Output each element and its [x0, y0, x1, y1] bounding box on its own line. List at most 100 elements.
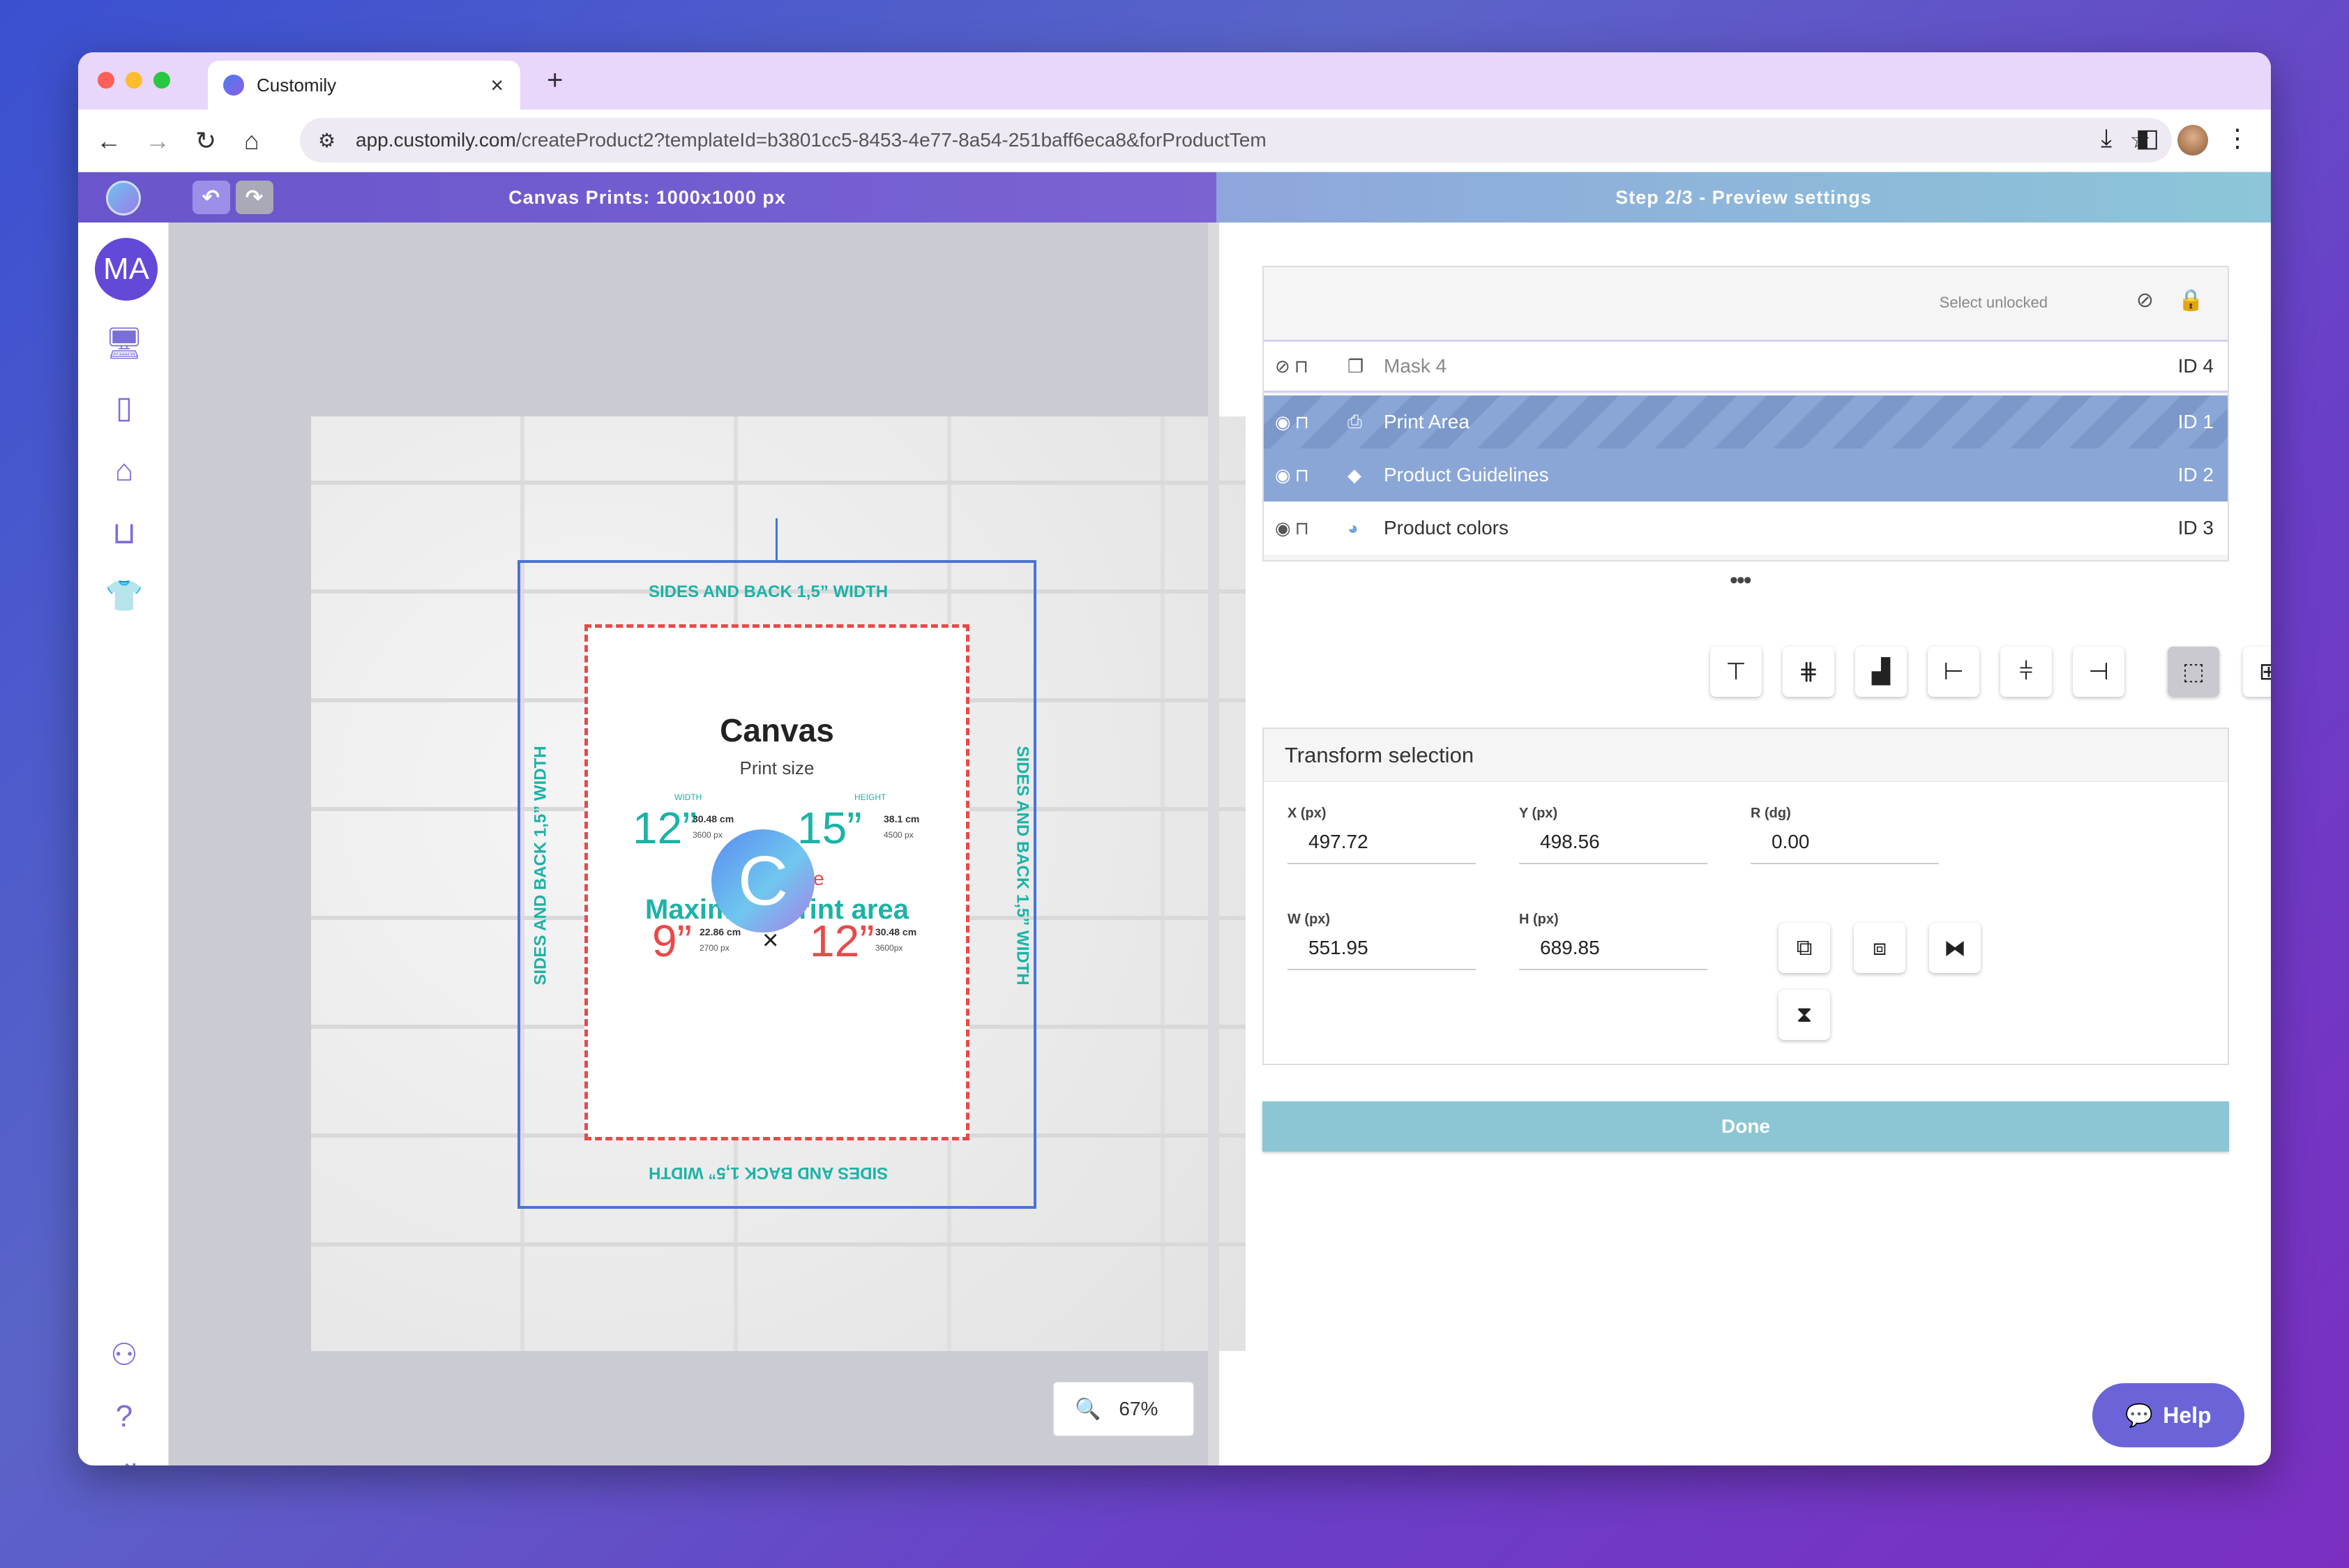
home-icon[interactable]: ⌂: [244, 126, 259, 156]
user-avatar[interactable]: MA: [95, 238, 158, 301]
hide-all-icon[interactable]: ⊘: [2136, 288, 2154, 312]
flip-vertical-icon[interactable]: ⧗: [1778, 990, 1830, 1040]
layer-name: Product colors: [1384, 517, 1509, 538]
layer-id: ID 2: [2177, 464, 2214, 485]
canvas-area[interactable]: SIDES AND BACK 1,5” WIDTH SIDES AND BACK…: [169, 223, 1246, 1465]
new-tab-button[interactable]: +: [547, 65, 563, 96]
fit-selection-button[interactable]: ⬚: [2168, 647, 2219, 697]
help-label: Help: [2163, 1402, 2212, 1428]
visibility-lock-icons[interactable]: ◉⊓: [1264, 518, 1347, 539]
done-button[interactable]: Done: [1262, 1101, 2229, 1152]
customily-favicon-icon: [223, 75, 244, 96]
app: ↶ ↷ Canvas Prints: 1000x1000 px Step 2/3…: [78, 172, 2271, 1465]
side-label-left: SIDES AND BACK 1,5” WIDTH: [531, 746, 550, 986]
tshirt-pod-icon[interactable]: 👕: [105, 577, 144, 616]
customily-logo-icon[interactable]: [106, 181, 141, 216]
transform-panel: Transform selection X (px) 497.72 Y (px)…: [1262, 728, 2229, 1065]
max-height-px: 3600px: [875, 943, 903, 953]
panel-divider[interactable]: [1208, 223, 1219, 1465]
y-input[interactable]: 498.56: [1519, 827, 1707, 864]
bring-forward-icon[interactable]: ⧉: [1778, 923, 1830, 973]
hidden-lock-icons[interactable]: ⊘⊓: [1264, 356, 1347, 377]
align-top-button[interactable]: ⊤: [1710, 647, 1762, 697]
width-inches: 12”: [633, 803, 697, 853]
align-bottom-button[interactable]: ▟: [1855, 647, 1907, 697]
max-height-inches: 12”: [810, 916, 875, 966]
designs-icon[interactable]: 🖥: [105, 324, 144, 363]
layers-header: Select unlocked ⊘ 🔒: [1264, 267, 2228, 340]
minimize-window-button[interactable]: [126, 72, 142, 89]
book-icon[interactable]: ▯: [105, 389, 144, 428]
r-input[interactable]: 0.00: [1751, 827, 1939, 864]
maximize-window-button[interactable]: [153, 72, 170, 89]
lock-all-icon[interactable]: 🔒: [2178, 288, 2204, 312]
side-label-bottom: SIDES AND BACK 1,5” WIDTH: [649, 1163, 889, 1182]
visibility-lock-icons[interactable]: ◉⊓: [1264, 465, 1347, 486]
side-panel-icon[interactable]: ◧: [2136, 123, 2159, 153]
layer-row-product-guidelines[interactable]: ◉⊓ ◆ Product Guidelines ID 2: [1264, 448, 2228, 502]
search-icon: 🔍: [1075, 1397, 1101, 1421]
zoom-value: 67%: [1119, 1398, 1158, 1419]
w-input[interactable]: 551.95: [1287, 933, 1476, 970]
url-field[interactable]: ⚙ app.customily.com/createProduct2?templ…: [300, 118, 2172, 163]
x-input[interactable]: 497.72: [1287, 827, 1476, 864]
tab-title: Customily: [257, 74, 337, 96]
width-label: WIDTH: [674, 792, 702, 802]
download-icon[interactable]: ⤓: [2101, 123, 2112, 153]
editor-header: ↶ ↷ Canvas Prints: 1000x1000 px: [78, 172, 1216, 223]
close-window-button[interactable]: [98, 72, 114, 89]
width-cm: 30.48 cm: [693, 813, 734, 824]
undo-button[interactable]: ↶: [192, 181, 230, 214]
step-title: Step 2/3 - Preview settings: [1615, 186, 1872, 208]
layer-row-mask-4[interactable]: ⊘⊓ ❐ Mask 4 ID 4: [1264, 340, 2228, 393]
user-settings-icon[interactable]: ⚇: [105, 1336, 144, 1375]
store-icon[interactable]: ⌂: [105, 451, 144, 490]
close-tab-icon[interactable]: ×: [490, 73, 504, 98]
profile-avatar[interactable]: [2177, 125, 2208, 156]
card-title: Canvas: [720, 712, 834, 748]
menu-kebab-icon[interactable]: ⋮: [2225, 123, 2250, 153]
send-backward-icon[interactable]: ⧈: [1854, 923, 1905, 973]
reload-icon[interactable]: ↻: [195, 126, 216, 156]
help-button[interactable]: 💬 Help: [2092, 1383, 2244, 1447]
panel-drag-handle-icon[interactable]: •••: [1730, 567, 1752, 594]
browser-tab[interactable]: Customily ×: [208, 61, 520, 110]
align-vertical-center-button[interactable]: ⋕: [1783, 647, 1834, 697]
align-right-button[interactable]: ⊣: [2073, 647, 2124, 697]
align-left-button[interactable]: ⊢: [1928, 647, 1979, 697]
x-label: X (px): [1287, 806, 1327, 821]
forward-icon[interactable]: →: [145, 126, 170, 156]
back-icon[interactable]: ←: [96, 126, 121, 156]
visibility-lock-icons[interactable]: ◉⊓: [1264, 412, 1347, 433]
step-header: Step 2/3 - Preview settings: [1216, 172, 2271, 223]
max-width-inches: 9”: [652, 916, 692, 966]
rotation-handle[interactable]: [776, 518, 778, 561]
width-px: 3600 px: [693, 830, 723, 840]
url-path: /createProduct2?templateId=b3801cc5-8453…: [515, 129, 1267, 151]
fit-canvas-button[interactable]: ⊞: [2243, 647, 2271, 697]
layer-row-product-colors[interactable]: ◉⊓ ◕ Product colors ID 3: [1264, 502, 2228, 555]
chat-bubble-icon: 💬: [2125, 1403, 2154, 1428]
max-width-cm: 22.86 cm: [700, 926, 741, 937]
zoom-control[interactable]: 🔍 67%: [1053, 1382, 1194, 1436]
sidebar: MA 🖥 ▯ ⌂ ⊔ 👕 ⚇ ? ⇥: [78, 223, 169, 1465]
flip-horizontal-icon[interactable]: ⧓: [1929, 923, 1981, 973]
tab-bar: Customily × +: [78, 52, 2271, 110]
mask-icon: ❐: [1347, 355, 1364, 377]
redo-button[interactable]: ↷: [236, 181, 273, 214]
h-input[interactable]: 689.85: [1519, 933, 1707, 970]
side-label-top: SIDES AND BACK 1,5” WIDTH: [649, 582, 889, 601]
address-bar-row: ← → ↻ ⌂ ⚙ app.customily.com/createProduc…: [78, 110, 2271, 172]
help-question-icon[interactable]: ?: [105, 1397, 144, 1436]
logout-icon[interactable]: ⇥: [105, 1450, 144, 1465]
layer-row-print-area[interactable]: ◉⊓ ⎙ Print Area ID 1: [1264, 395, 2228, 448]
r-label: R (dg): [1751, 806, 1791, 821]
inbox-icon[interactable]: ⊔: [105, 514, 144, 553]
select-unlocked-button[interactable]: Select unlocked: [1940, 294, 2048, 312]
layers-panel: Select unlocked ⊘ 🔒 ⊘⊓ ❐ Mask 4 ID 4 ◉⊓ …: [1262, 266, 2229, 561]
site-settings-icon[interactable]: ⚙: [318, 129, 335, 152]
align-horizontal-center-button[interactable]: ⫩: [2000, 647, 2052, 697]
layer-id: ID 4: [2177, 355, 2214, 377]
url-domain: app.customily.com: [356, 129, 516, 151]
y-label: Y (px): [1519, 806, 1558, 821]
